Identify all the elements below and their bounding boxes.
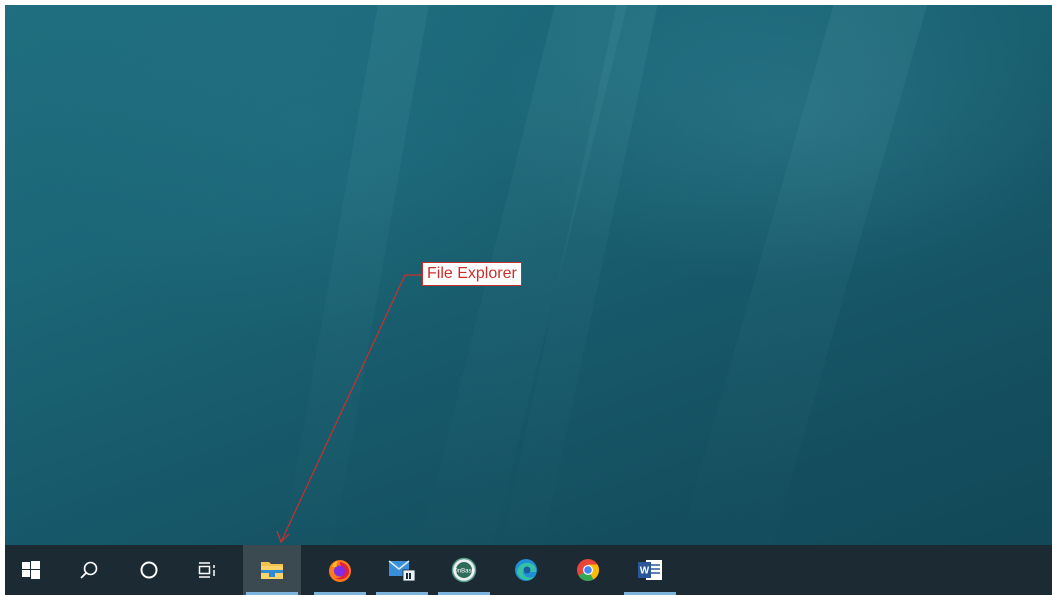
chrome-icon — [577, 559, 599, 581]
chrome-button[interactable] — [559, 545, 617, 595]
taskbar: OnBase W — [5, 545, 1052, 595]
mail-icon — [388, 560, 416, 582]
file-explorer-button[interactable] — [243, 545, 301, 595]
onbase-icon-text: OnBase — [453, 569, 475, 575]
search-button[interactable] — [63, 545, 115, 595]
windows-logo-icon — [22, 561, 40, 579]
firefox-button[interactable] — [311, 545, 369, 595]
task-view-button[interactable] — [181, 545, 233, 595]
search-icon — [80, 561, 98, 579]
start-button[interactable] — [9, 545, 53, 595]
wallpaper-light-ray — [277, 5, 435, 585]
cortana-circle-icon — [140, 561, 158, 579]
firefox-icon — [329, 560, 351, 582]
onbase-icon: OnBase — [451, 557, 477, 583]
word-icon-letter: W — [640, 566, 650, 577]
word-button[interactable]: W — [621, 545, 679, 595]
cortana-button[interactable] — [123, 545, 175, 595]
task-view-icon — [198, 562, 215, 578]
file-explorer-folder-icon — [261, 562, 283, 579]
edge-button[interactable] — [497, 545, 555, 595]
screen: File Explorer OnBase W — [5, 5, 1052, 595]
mail-button[interactable] — [373, 545, 431, 595]
word-icon: W — [638, 560, 662, 580]
annotation-label: File Explorer — [422, 262, 522, 286]
desktop[interactable] — [5, 5, 1052, 586]
wallpaper-light-ray — [674, 5, 932, 586]
onbase-button[interactable]: OnBase — [435, 545, 493, 595]
edge-icon — [515, 559, 537, 581]
